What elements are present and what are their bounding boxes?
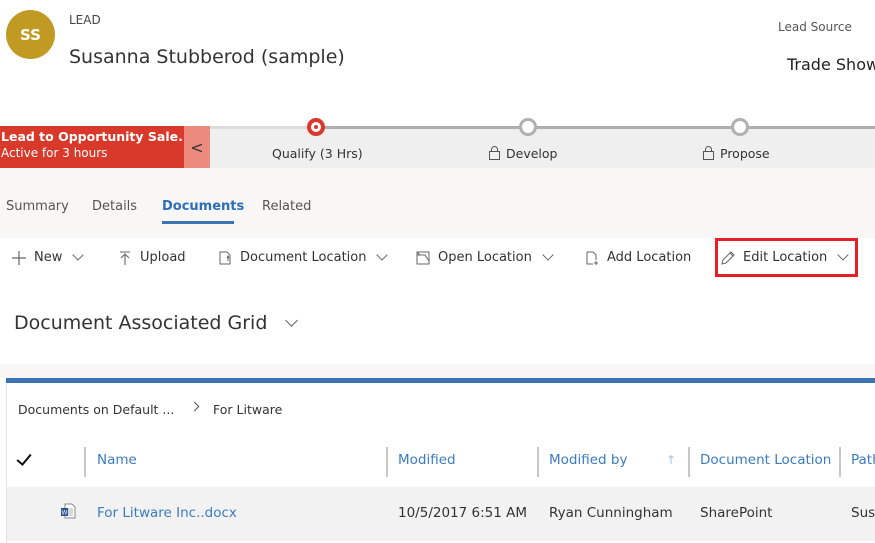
column-header-path[interactable]: Path [851, 452, 875, 468]
document-location-icon [218, 251, 232, 265]
process-track [316, 126, 875, 129]
grid-title: Document Associated Grid [14, 312, 268, 334]
record-title: Susanna Stubberod (sample) [69, 46, 345, 68]
document-location-button[interactable]: Document Location [218, 249, 389, 265]
chevron-left-icon: < [190, 137, 204, 157]
process-status: Active for 3 hours [1, 146, 108, 160]
path-cell: Sus [851, 505, 875, 521]
stage-label: Qualify (3 Hrs) [272, 146, 363, 161]
column-separator[interactable] [688, 447, 690, 477]
tab-details[interactable]: Details [92, 199, 137, 214]
add-location-label: Add Location [607, 250, 692, 265]
process-collapse-button[interactable]: < [184, 126, 210, 168]
new-label: New [34, 250, 63, 265]
document-location-label: Document Location [240, 250, 367, 265]
chevron-down-icon [285, 314, 299, 327]
document-name-link[interactable]: For Litware Inc..docx [97, 505, 237, 521]
stage-propose-indicator[interactable] [731, 118, 749, 136]
lock-icon [703, 146, 714, 160]
stage-label: Develop [506, 146, 558, 161]
upload-label: Upload [140, 250, 186, 265]
lead-source-value[interactable]: Trade Show [787, 55, 875, 74]
stage-qualify[interactable]: Qualify (3 Hrs) [272, 146, 363, 161]
breadcrumb-current: For Litware [213, 402, 283, 417]
new-button[interactable]: New [12, 249, 85, 265]
process-track-completed [210, 126, 316, 129]
column-separator[interactable] [84, 447, 86, 477]
sort-ascending-icon: ↑ [666, 453, 677, 467]
column-header-name[interactable]: Name [97, 452, 137, 468]
stage-develop-indicator[interactable] [519, 118, 537, 136]
lock-icon [489, 146, 500, 160]
stage-label: Propose [720, 146, 770, 161]
tab-summary[interactable]: Summary [6, 199, 69, 214]
modified-by-cell: Ryan Cunningham [549, 505, 673, 521]
stage-propose[interactable]: Propose [703, 146, 770, 161]
add-location-icon [585, 251, 599, 265]
open-location-button[interactable]: Open Location [416, 249, 554, 265]
lead-source-label: Lead Source [778, 20, 852, 34]
tab-documents[interactable]: Documents [162, 199, 244, 214]
column-separator[interactable] [839, 447, 841, 477]
modified-cell: 10/5/2017 6:51 AM [398, 505, 528, 521]
entity-type-label: LEAD [69, 13, 101, 27]
open-location-label: Open Location [438, 250, 532, 265]
chevron-down-icon [72, 249, 85, 261]
view-selector[interactable]: Document Associated Grid [14, 312, 299, 334]
column-header-modified-by[interactable]: Modified by [549, 452, 627, 468]
column-separator[interactable] [537, 447, 539, 477]
tab-related[interactable]: Related [262, 199, 311, 214]
stage-qualify-indicator[interactable] [307, 118, 325, 136]
column-header-modified[interactable]: Modified [398, 452, 456, 468]
word-document-icon: W [60, 503, 76, 519]
active-tab-indicator [162, 221, 234, 224]
avatar: SS [6, 10, 55, 59]
breadcrumb-root[interactable]: Documents on Default ... [18, 402, 174, 417]
stage-develop[interactable]: Develop [489, 146, 557, 161]
svg-text:W: W [62, 511, 68, 517]
upload-button[interactable]: Upload [118, 250, 186, 265]
column-separator[interactable] [386, 447, 388, 477]
chevron-down-icon [542, 249, 554, 261]
document-location-cell: SharePoint [700, 505, 773, 521]
chevron-down-icon [376, 249, 389, 261]
plus-icon [12, 250, 26, 265]
annotation-highlight-box [715, 238, 858, 277]
process-name: Lead to Opportunity Sale... [1, 129, 184, 144]
open-location-icon [416, 251, 430, 265]
upload-icon [118, 250, 132, 265]
process-name-flyout[interactable]: Lead to Opportunity Sale... Active for 3… [0, 126, 184, 168]
column-header-document-location[interactable]: Document Location [700, 452, 831, 468]
grid-accent-bar [6, 378, 875, 383]
grid-area-spacer [0, 364, 875, 378]
add-location-button[interactable]: Add Location [585, 250, 691, 265]
